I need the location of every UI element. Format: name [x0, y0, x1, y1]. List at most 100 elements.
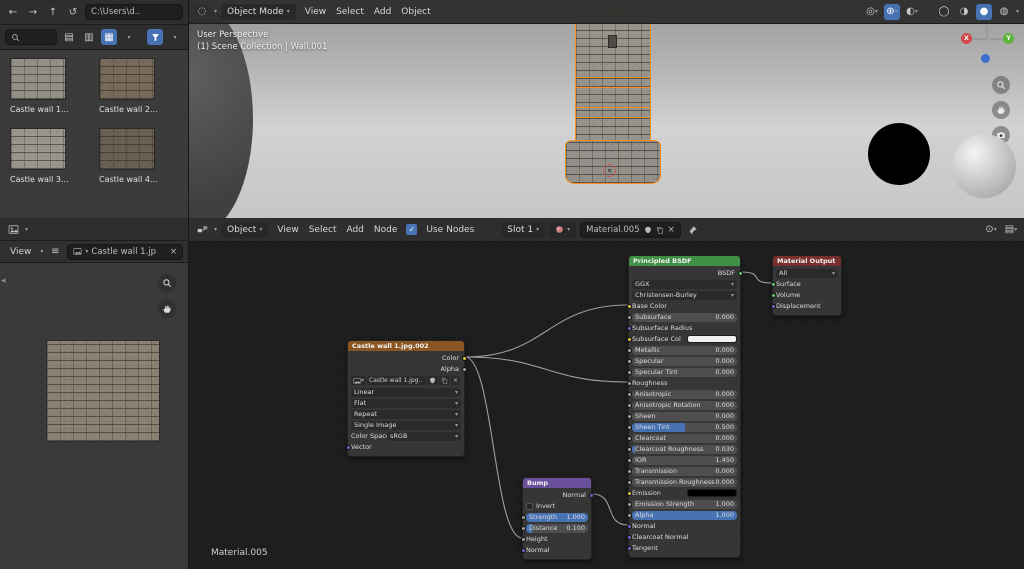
filter-icon[interactable] [147, 29, 163, 45]
node-header[interactable]: Bump [523, 478, 591, 488]
socket-left[interactable] [627, 502, 632, 507]
value-slider[interactable]: Strength1.000 [526, 513, 588, 522]
socket-left[interactable] [627, 315, 632, 320]
value-slider[interactable]: Clearcoat0.000 [632, 434, 737, 443]
search-input[interactable] [5, 29, 57, 45]
use-nodes-checkbox[interactable]: ✓ [406, 224, 417, 235]
node-canvas[interactable]: Material.005 Castle wall 1.jpg.002ColorA… [189, 218, 1024, 569]
material-name-field[interactable]: Material.005 × [580, 222, 681, 238]
socket-left[interactable] [771, 282, 776, 287]
value-slider[interactable]: IOR1.450 [632, 456, 737, 465]
socket-left[interactable] [627, 414, 632, 419]
value-slider[interactable]: Anisotropic Rotation0.000 [632, 401, 737, 410]
gizmo-dropdown-icon[interactable]: ⊕▾ [884, 4, 900, 20]
value-slider[interactable]: Sheen Tint0.500 [632, 423, 737, 432]
socket-right[interactable] [589, 493, 594, 498]
display-thumbnail-icon[interactable]: ▦ [101, 29, 117, 45]
material-browse-dropdown[interactable]: ▾ [549, 222, 576, 238]
socket-left[interactable] [346, 445, 351, 450]
duplicate-icon[interactable] [439, 376, 450, 385]
value-slider[interactable]: Subsurface0.000 [632, 313, 737, 322]
texture-image-preview[interactable] [46, 340, 160, 442]
menu-view[interactable]: View [300, 7, 331, 17]
sheen-tint-row[interactable]: Sheen Tint0.500 [632, 422, 737, 432]
path-field[interactable]: C:\Users\d.. [85, 4, 183, 20]
socket-left[interactable] [521, 537, 526, 542]
clearcoat-row[interactable]: Clearcoat0.000 [632, 433, 737, 443]
zoom-tool-icon[interactable] [992, 76, 1010, 94]
display-vertical-list-icon[interactable]: ▤ [61, 29, 77, 45]
value-slider[interactable]: Alpha1.000 [632, 511, 737, 520]
metallic-row[interactable]: Metallic0.000 [632, 345, 737, 355]
back-icon[interactable]: ← [5, 4, 21, 20]
editor-options-icon[interactable]: ▤▾ [1003, 222, 1019, 238]
socket-right[interactable] [462, 356, 467, 361]
socket-left[interactable] [521, 515, 526, 520]
overlays-dropdown-icon[interactable]: ◐▾ [904, 4, 920, 20]
socket-left[interactable] [627, 326, 632, 331]
menu-node[interactable]: Node [369, 225, 403, 235]
image-selector[interactable]: ▾ Castle wall 1.jp × [67, 244, 183, 260]
file-thumbnail-castle-wall-3[interactable]: Castle wall 3... [10, 128, 89, 184]
socket-left[interactable] [627, 535, 632, 540]
value-slider[interactable]: Sheen0.000 [632, 412, 737, 421]
distance-row[interactable]: Distance0.100 [526, 523, 588, 533]
anisotropic-rotation-row[interactable]: Anisotropic Rotation0.000 [632, 400, 737, 410]
editor-type-viewport-icon[interactable]: ◌ [194, 4, 210, 20]
shading-material-icon[interactable]: ● [976, 4, 992, 20]
enum-dropdown[interactable]: Single Image▾ [351, 421, 461, 430]
menu-select[interactable]: Select [331, 7, 369, 17]
value-slider[interactable]: Metallic0.000 [632, 346, 737, 355]
unlink-image-icon[interactable]: × [170, 247, 177, 257]
slot-dropdown[interactable]: Slot 1▾ [501, 222, 545, 238]
forward-icon[interactable]: → [25, 4, 41, 20]
enum-dropdown[interactable]: Repeat▾ [351, 410, 461, 419]
socket-left[interactable] [627, 480, 632, 485]
transmission-row[interactable]: Transmission0.000 [632, 466, 737, 476]
duplicate-icon[interactable] [656, 226, 664, 234]
socket-left[interactable] [627, 469, 632, 474]
color-swatch[interactable] [687, 489, 737, 497]
clearcoat-roughness-row[interactable]: Clearcoat Roughness0.030 [632, 444, 737, 454]
anisotropic-row[interactable]: Anisotropic0.000 [632, 389, 737, 399]
unlink-icon[interactable]: × [451, 376, 460, 385]
shading-wireframe-icon[interactable]: ◯ [936, 4, 952, 20]
shading-dropdown-icon[interactable]: ▾ [1016, 8, 1019, 15]
socket-left[interactable] [627, 348, 632, 353]
enum-dropdown[interactable]: GGX▾ [632, 280, 737, 289]
socket-left[interactable] [521, 526, 526, 531]
color-space-row[interactable]: Color SpacesRGB▾ [351, 431, 461, 441]
value-slider[interactable]: Specular Tint0.000 [632, 368, 737, 377]
hamburger-icon[interactable]: ≡ [47, 244, 63, 260]
socket-left[interactable] [627, 491, 632, 496]
gizmo-x-dot[interactable]: X [961, 33, 972, 44]
node-header[interactable]: Principled BSDF [629, 256, 740, 266]
socket-left[interactable] [627, 304, 632, 309]
socket-left[interactable] [627, 392, 632, 397]
socket-left[interactable] [627, 524, 632, 529]
pin-icon[interactable] [685, 222, 701, 238]
refresh-icon[interactable]: ↺ [65, 4, 81, 20]
value-slider[interactable]: Anisotropic0.000 [632, 390, 737, 399]
value-slider[interactable]: Distance0.100 [526, 524, 588, 533]
gizmo-y-dot[interactable]: Y [1003, 33, 1014, 44]
editor-type-dropdown-icon[interactable]: ▾ [25, 226, 28, 233]
value-slider[interactable]: Transmission0.000 [632, 467, 737, 476]
menu-select[interactable]: Select [304, 225, 342, 235]
imgsel-row[interactable]: ▾Castle wall 1.jpg..× [351, 375, 461, 386]
filter-dropdown[interactable]: ▾ [167, 29, 183, 45]
enum-dropdown[interactable]: Flat▾ [351, 399, 461, 408]
gizmo-minus-z-dot[interactable] [981, 54, 990, 63]
repeat-row[interactable]: Repeat▾ [351, 409, 461, 419]
zoom-tool-icon[interactable] [158, 274, 176, 292]
flat-row[interactable]: Flat▾ [351, 398, 461, 408]
editor-type-dropdown-icon[interactable]: ▾ [214, 226, 217, 233]
panel-collapse-icon[interactable]: ◂ [1, 276, 6, 286]
value-slider[interactable]: Emission Strength1.000 [632, 500, 737, 509]
pan-hand-icon[interactable] [158, 300, 176, 318]
alpha-row[interactable]: Alpha1.000 [632, 510, 737, 520]
socket-left[interactable] [771, 293, 776, 298]
editor-type-dropdown-icon[interactable]: ▾ [214, 8, 217, 15]
socket-right[interactable] [738, 271, 743, 276]
subsurface-row[interactable]: Subsurface0.000 [632, 312, 737, 322]
